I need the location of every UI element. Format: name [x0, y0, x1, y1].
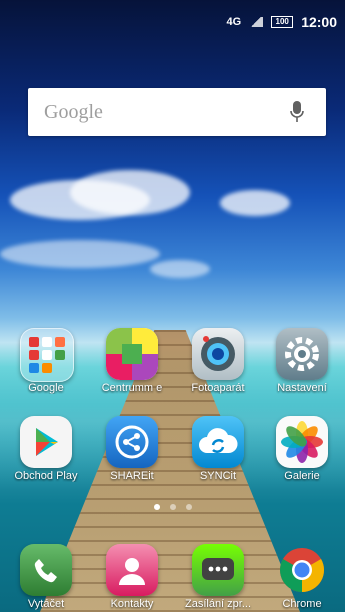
app-label: Vytáčet [27, 598, 65, 610]
page-dot-active [153, 504, 160, 510]
network-type: 4G [226, 16, 242, 28]
app-label: SYNCit [199, 470, 237, 482]
app-label: SHAREit [110, 470, 154, 482]
app-label: Kontakty [110, 598, 154, 610]
camera-icon [192, 328, 244, 380]
app-label: Google [28, 382, 64, 394]
play-store-icon [20, 416, 72, 468]
google-folder-icon [20, 328, 74, 382]
app-label: Zasílání zpr... [184, 598, 252, 610]
shareit-icon [106, 416, 158, 468]
app-camera[interactable]: Fotoaparát [178, 324, 258, 404]
syncit-cloud-icon [192, 416, 244, 468]
wallpaper-clouds [0, 170, 345, 310]
app-settings[interactable]: Nastavení [262, 324, 342, 404]
app-row-1: Google Centrumm e Fotoaparát Nastavení [0, 324, 345, 404]
app-label: Galerie [284, 470, 320, 482]
dock-phone[interactable]: Vytáčet [6, 540, 86, 612]
google-search-bar[interactable]: Google [28, 88, 326, 136]
dock-chrome[interactable]: Chrome [262, 540, 342, 612]
dock-messages[interactable]: Zasílání zpr... [178, 540, 258, 612]
app-gallery[interactable]: Galerie [262, 412, 342, 492]
microphone-icon[interactable] [288, 99, 306, 125]
page-dot [185, 504, 192, 510]
app-shareit[interactable]: SHAREit [92, 412, 172, 492]
app-label: Nastavení [277, 382, 327, 394]
app-centrum[interactable]: Centrumm e [92, 324, 172, 404]
app-label: Fotoaparát [191, 382, 245, 394]
clock: 12:00 [301, 14, 337, 30]
dock: Vytáčet Kontakty Zasílání zpr... Chrome [0, 540, 345, 612]
phone-icon [20, 544, 72, 596]
chrome-icon [276, 544, 328, 596]
gallery-flower-icon [276, 416, 328, 468]
status-bar: 4G 100 12:00 [0, 0, 345, 40]
app-syncit[interactable]: SYNCit [178, 412, 258, 492]
contacts-icon [106, 544, 158, 596]
app-row-2: Obchod Play SHAREit SYNCit Galerie [0, 412, 345, 492]
signal-icon [249, 17, 264, 27]
app-play-store[interactable]: Obchod Play [6, 412, 86, 492]
settings-gear-icon [276, 328, 328, 380]
app-label: Centrumm e [101, 382, 163, 394]
search-placeholder: Google [44, 100, 103, 123]
page-indicator [0, 504, 345, 510]
messages-icon [192, 544, 244, 596]
dock-contacts[interactable]: Kontakty [92, 540, 172, 612]
home-screen: 4G 100 12:00 Google Google Centrumm e Fo… [0, 0, 345, 612]
app-label: Chrome [282, 598, 322, 610]
centrum-icon [106, 328, 158, 380]
app-google[interactable]: Google [6, 324, 86, 404]
app-label: Obchod Play [14, 470, 78, 482]
page-dot [169, 504, 176, 510]
battery-icon: 100 [271, 16, 294, 28]
